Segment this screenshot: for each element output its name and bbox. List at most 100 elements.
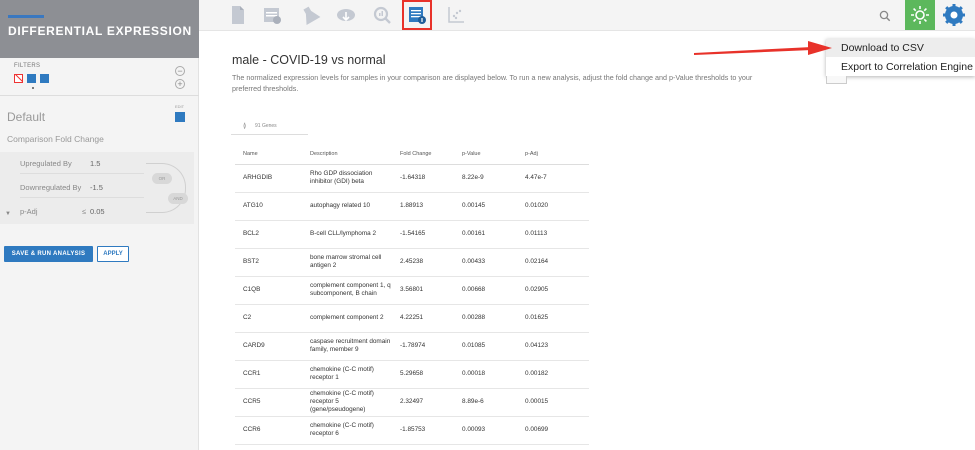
downregulated-input[interactable]: -1.5 — [90, 183, 103, 192]
scatter-plot-icon[interactable] — [445, 4, 467, 26]
settings-gear-icon[interactable] — [939, 0, 969, 30]
column-header-p-value[interactable]: p-Value — [454, 145, 517, 165]
cell-p-value: 8.22e-9 — [454, 164, 517, 193]
filter-blue-icon-2[interactable] — [40, 74, 49, 83]
save-run-analysis-button[interactable]: SAVE & RUN ANALYSIS — [4, 246, 93, 262]
table-row[interactable]: CARD9 caspase recruitment domain family,… — [235, 332, 589, 361]
sidebar-header: DIFFERENTIAL EXPRESSION — [0, 0, 199, 58]
cell-p-adj: 0.01020 — [517, 192, 589, 221]
document-icon[interactable] — [227, 4, 249, 26]
cell-fold-change: -1.64318 — [392, 164, 454, 193]
toolbar — [199, 0, 975, 31]
filter-none-icon[interactable] — [14, 74, 23, 83]
table-row[interactable]: BCL2 B-cell CLL/lymphoma 2 -1.54165 0.00… — [235, 220, 589, 249]
add-filter-button[interactable]: + — [175, 79, 185, 89]
cell-p-adj: 0.00699 — [517, 416, 589, 445]
table-row[interactable]: CCR1 chemokine (C-C motif) receptor 1 5.… — [235, 360, 589, 389]
page-title: DIFFERENTIAL EXPRESSION — [8, 24, 192, 38]
sidebar: DIFFERENTIAL EXPRESSION FILTERS − + Defa… — [0, 0, 199, 450]
filter-blue-icon[interactable] — [27, 74, 36, 83]
active-filter-dot — [32, 87, 34, 89]
header-accent-bar — [8, 15, 44, 18]
cell-name: C1QB — [235, 276, 302, 305]
cloud-download-icon[interactable] — [335, 4, 357, 26]
filters-label: FILTERS — [14, 63, 41, 69]
cell-p-value: 0.00018 — [454, 360, 517, 389]
column-header-fold-change[interactable]: Fold Change — [392, 145, 454, 165]
table-row[interactable]: CCR5 chemokine (C-C motif) receptor 5 (g… — [235, 388, 589, 417]
cell-p-value: 0.00145 — [454, 192, 517, 221]
cell-p-adj: 4.47e-7 — [517, 164, 589, 193]
cell-p-value: 0.01085 — [454, 332, 517, 361]
column-header-name[interactable]: Name — [235, 145, 302, 165]
search-icon[interactable] — [879, 9, 891, 22]
cell-fold-change: -1.78974 — [392, 332, 454, 361]
menu-item-download-csv[interactable]: Download to CSV — [841, 42, 924, 54]
divider — [0, 95, 199, 96]
edit-tag: EDIT — [175, 104, 185, 109]
table-row[interactable]: BST2 bone marrow stromal cell antigen 2 … — [235, 248, 589, 277]
cell-p-adj: 0.04123 — [517, 332, 589, 361]
cell-p-adj: 0.02905 — [517, 276, 589, 305]
cell-name: C2 — [235, 304, 302, 333]
table-info-icon[interactable] — [406, 4, 428, 26]
calendar-table-icon[interactable] — [261, 4, 283, 26]
cell-p-value: 0.00668 — [454, 276, 517, 305]
downregulated-row: Downregulated By -1.5 — [20, 176, 144, 198]
menu-item-export-correlation[interactable]: Export to Correlation Engine — [841, 61, 973, 73]
cell-name: BST2 — [235, 248, 302, 277]
cell-description: complement component 1, q subcomponent, … — [302, 276, 392, 305]
cell-fold-change: 4.22251 — [392, 304, 454, 333]
apply-button[interactable]: APPLY — [97, 246, 129, 262]
padj-input[interactable]: 0.05 — [90, 207, 105, 216]
table-row[interactable]: ATG10 autophagy related 10 1.88913 0.001… — [235, 192, 589, 221]
cell-description: caspase recruitment domain family, membe… — [302, 332, 392, 361]
cell-p-value: 8.89e-6 — [454, 388, 517, 417]
upregulated-row: Upregulated By 1.5 — [20, 152, 144, 174]
and-toggle[interactable]: AND — [168, 193, 188, 204]
cell-name: ARHGDIB — [235, 164, 302, 193]
cell-p-value: 0.00433 — [454, 248, 517, 277]
upregulated-input[interactable]: 1.5 — [90, 159, 100, 168]
cell-fold-change: 2.32497 — [392, 388, 454, 417]
cell-name: CCR1 — [235, 360, 302, 389]
cell-description: Rho GDP dissociation inhibitor (GDI) bet… — [302, 164, 392, 193]
cell-fold-change: 5.29658 — [392, 360, 454, 389]
cell-p-value: 0.00288 — [454, 304, 517, 333]
export-dropdown-toggle[interactable] — [826, 76, 847, 84]
analysis-name: Default — [7, 110, 46, 124]
column-header-description[interactable]: Description — [302, 145, 392, 165]
genes-count-tab[interactable]: ≬ 91 Genes — [231, 117, 308, 135]
remove-filter-button[interactable]: − — [175, 66, 185, 76]
cell-name: ATG10 — [235, 192, 302, 221]
magnify-chart-icon[interactable] — [371, 4, 393, 26]
gear-icon[interactable] — [905, 0, 935, 30]
table-row[interactable]: C1QB complement component 1, q subcompon… — [235, 276, 589, 305]
cell-fold-change: 3.56801 — [392, 276, 454, 305]
cell-description: complement component 2 — [302, 304, 392, 333]
cell-fold-change: 1.88913 — [392, 192, 454, 221]
cell-p-adj: 0.00015 — [517, 388, 589, 417]
table-row[interactable]: ARHGDIB Rho GDP dissociation inhibitor (… — [235, 164, 589, 193]
table-row[interactable]: C2 complement component 2 4.22251 0.0028… — [235, 304, 589, 333]
padj-label: p-Adj — [20, 207, 38, 216]
comparison-description: The normalized expression levels for sam… — [232, 73, 753, 93]
upregulated-label: Upregulated By — [20, 159, 72, 168]
or-toggle[interactable]: OR — [152, 173, 172, 184]
cell-p-adj: 0.00182 — [517, 360, 589, 389]
cell-fold-change: 2.45238 — [392, 248, 454, 277]
edit-button[interactable] — [175, 112, 185, 122]
padj-operator[interactable]: ≤ — [82, 207, 86, 216]
downregulated-label: Downregulated By — [20, 183, 82, 192]
caret-down-icon[interactable]: ▼ — [5, 211, 11, 217]
cell-description: bone marrow stromal cell antigen 2 — [302, 248, 392, 277]
cell-p-adj: 0.01625 — [517, 304, 589, 333]
flask-icon[interactable] — [299, 4, 321, 26]
padj-row: p-Adj ≤ 0.05 — [20, 200, 144, 222]
cell-description: chemokine (C-C motif) receptor 1 — [302, 360, 392, 389]
cell-p-value: 0.00161 — [454, 220, 517, 249]
cell-description: chemokine (C-C motif) receptor 6 — [302, 416, 392, 445]
cell-p-adj: 0.02164 — [517, 248, 589, 277]
table-row[interactable]: CCR6 chemokine (C-C motif) receptor 6 -1… — [235, 416, 589, 445]
column-header-p-adj[interactable]: p-Adj — [517, 145, 589, 165]
